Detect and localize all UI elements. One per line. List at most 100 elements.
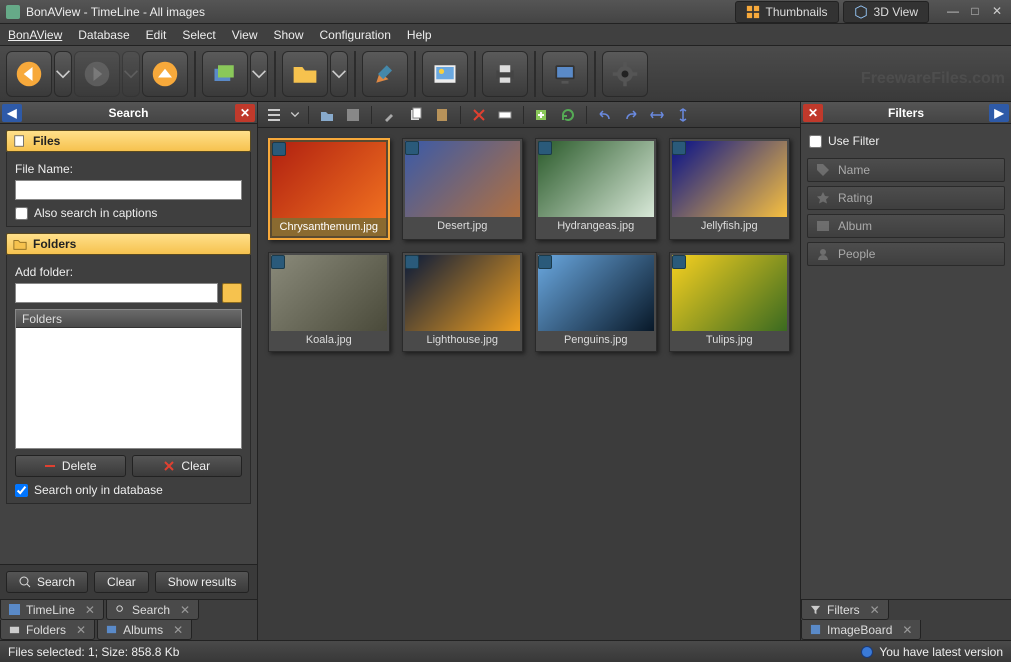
plus-icon — [534, 107, 550, 123]
nav-forward-dropdown[interactable] — [122, 51, 140, 97]
nav-back-dropdown[interactable] — [54, 51, 72, 97]
folders-listbox[interactable]: Folders — [15, 309, 242, 449]
tab-thumbnails[interactable]: Thumbnails — [735, 1, 839, 23]
thumbnail-3[interactable]: Jellyfish.jpg — [669, 138, 791, 240]
import-button[interactable] — [202, 51, 248, 97]
separator — [194, 51, 196, 97]
use-filter-checkbox[interactable]: Use Filter — [809, 134, 1003, 148]
folders-section-label: Folders — [33, 237, 76, 251]
search-panel-close[interactable]: ✕ — [235, 104, 255, 122]
thumbnail-2[interactable]: Hydrangeas.jpg — [535, 138, 657, 240]
tab-3dview[interactable]: 3D View — [843, 1, 929, 23]
tool1-button[interactable] — [380, 105, 400, 125]
import-dropdown[interactable] — [250, 51, 268, 97]
nav-up-button[interactable] — [142, 51, 188, 97]
thumbnail-6[interactable]: Penguins.jpg — [535, 252, 657, 352]
rename-button[interactable] — [495, 105, 515, 125]
thumbnail-image — [538, 141, 654, 217]
also-captions-checkbox[interactable]: Also search in captions — [15, 206, 242, 220]
close-button[interactable]: ✕ — [989, 5, 1005, 19]
search-button[interactable]: Search — [6, 571, 88, 593]
thumbnail-0[interactable]: Chrysanthemum.jpg — [268, 138, 390, 240]
thumbnail-caption: Penguins.jpg — [538, 331, 654, 349]
app-icon — [6, 5, 20, 19]
right-tab-imageboard[interactable]: ImageBoard✕ — [801, 620, 921, 640]
filter-rating[interactable]: Rating — [807, 186, 1005, 210]
menu-select[interactable]: Select — [182, 28, 215, 42]
menu-configuration[interactable]: Configuration — [320, 28, 391, 42]
thumbnail-5[interactable]: Lighthouse.jpg — [402, 252, 524, 352]
status-update[interactable]: You have latest version — [861, 645, 1003, 659]
import-icon — [211, 60, 239, 88]
thumbnail-4[interactable]: Koala.jpg — [268, 252, 390, 352]
close-icon[interactable]: ✕ — [173, 623, 183, 637]
move-v-button[interactable] — [673, 105, 693, 125]
view-mode-dropdown[interactable] — [290, 105, 300, 125]
filter-album[interactable]: Album — [807, 214, 1005, 238]
nav-back-button[interactable] — [6, 51, 52, 97]
left-tab-folders[interactable]: Folders✕ — [0, 620, 95, 640]
menu-show[interactable]: Show — [273, 28, 303, 42]
copy-button[interactable] — [406, 105, 426, 125]
close-icon[interactable]: ✕ — [76, 623, 86, 637]
search-panel-collapse-left[interactable]: ◀ — [2, 104, 22, 122]
folder-dropdown[interactable] — [330, 51, 348, 97]
close-icon[interactable]: ✕ — [85, 603, 95, 617]
separator — [274, 51, 276, 97]
refresh-button[interactable] — [558, 105, 578, 125]
nav-forward-button[interactable] — [74, 51, 120, 97]
close-icon[interactable]: ✕ — [902, 623, 912, 637]
thumbnail-caption: Desert.jpg — [405, 217, 521, 235]
filename-input[interactable] — [15, 180, 242, 200]
status-update-label: You have latest version — [879, 645, 1003, 659]
close-icon[interactable]: ✕ — [870, 603, 880, 617]
menu-edit[interactable]: Edit — [146, 28, 167, 42]
search-only-db-checkbox[interactable]: Search only in database — [15, 483, 242, 497]
move-h-button[interactable] — [647, 105, 667, 125]
save-button[interactable] — [343, 105, 363, 125]
add-folder-input[interactable] — [15, 283, 218, 303]
files-section-header[interactable]: Files — [6, 130, 251, 152]
settings-button[interactable] — [602, 51, 648, 97]
paste-button[interactable] — [432, 105, 452, 125]
menu-help[interactable]: Help — [407, 28, 432, 42]
screen-button[interactable] — [542, 51, 588, 97]
thumbnail-1[interactable]: Desert.jpg — [402, 138, 524, 240]
filters-panel-collapse-right[interactable]: ▶ — [989, 104, 1009, 122]
right-tab-filters[interactable]: Filters✕ — [801, 600, 889, 620]
thumbnail-7[interactable]: Tulips.jpg — [669, 252, 791, 352]
filters-panel-close[interactable]: ✕ — [803, 104, 823, 122]
viewer-button[interactable] — [422, 51, 468, 97]
open-icon — [319, 107, 335, 123]
menu-app[interactable]: BonAView — [8, 28, 62, 42]
filter-name[interactable]: Name — [807, 158, 1005, 182]
separator — [534, 51, 536, 97]
browse-folder-button[interactable] — [222, 283, 242, 303]
maximize-button[interactable]: □ — [967, 5, 983, 19]
edit-button[interactable] — [362, 51, 408, 97]
delete-button[interactable] — [469, 105, 489, 125]
show-results-button[interactable]: Show results — [155, 571, 250, 593]
folder-button[interactable] — [282, 51, 328, 97]
open-button[interactable] — [317, 105, 337, 125]
chevron-down-icon — [290, 107, 300, 123]
left-tab-search[interactable]: Search✕ — [106, 600, 199, 620]
folders-section-header[interactable]: Folders — [6, 233, 251, 255]
minimize-button[interactable]: — — [945, 5, 961, 19]
add-button[interactable] — [532, 105, 552, 125]
clear-search-button[interactable]: Clear — [94, 571, 149, 593]
separator — [474, 51, 476, 97]
print-button[interactable] — [482, 51, 528, 97]
close-icon[interactable]: ✕ — [180, 603, 190, 617]
view-mode-button[interactable] — [264, 105, 284, 125]
menu-database[interactable]: Database — [78, 28, 129, 42]
redo-button[interactable] — [621, 105, 641, 125]
thumbnail-image — [405, 141, 521, 217]
menu-view[interactable]: View — [232, 28, 258, 42]
undo-button[interactable] — [595, 105, 615, 125]
left-tab-timeline[interactable]: TimeLine✕ — [0, 600, 104, 620]
left-tab-albums[interactable]: Albums✕ — [97, 620, 192, 640]
filter-people[interactable]: People — [807, 242, 1005, 266]
clear-folders-button[interactable]: Clear — [132, 455, 243, 477]
delete-folder-button[interactable]: Delete — [15, 455, 126, 477]
